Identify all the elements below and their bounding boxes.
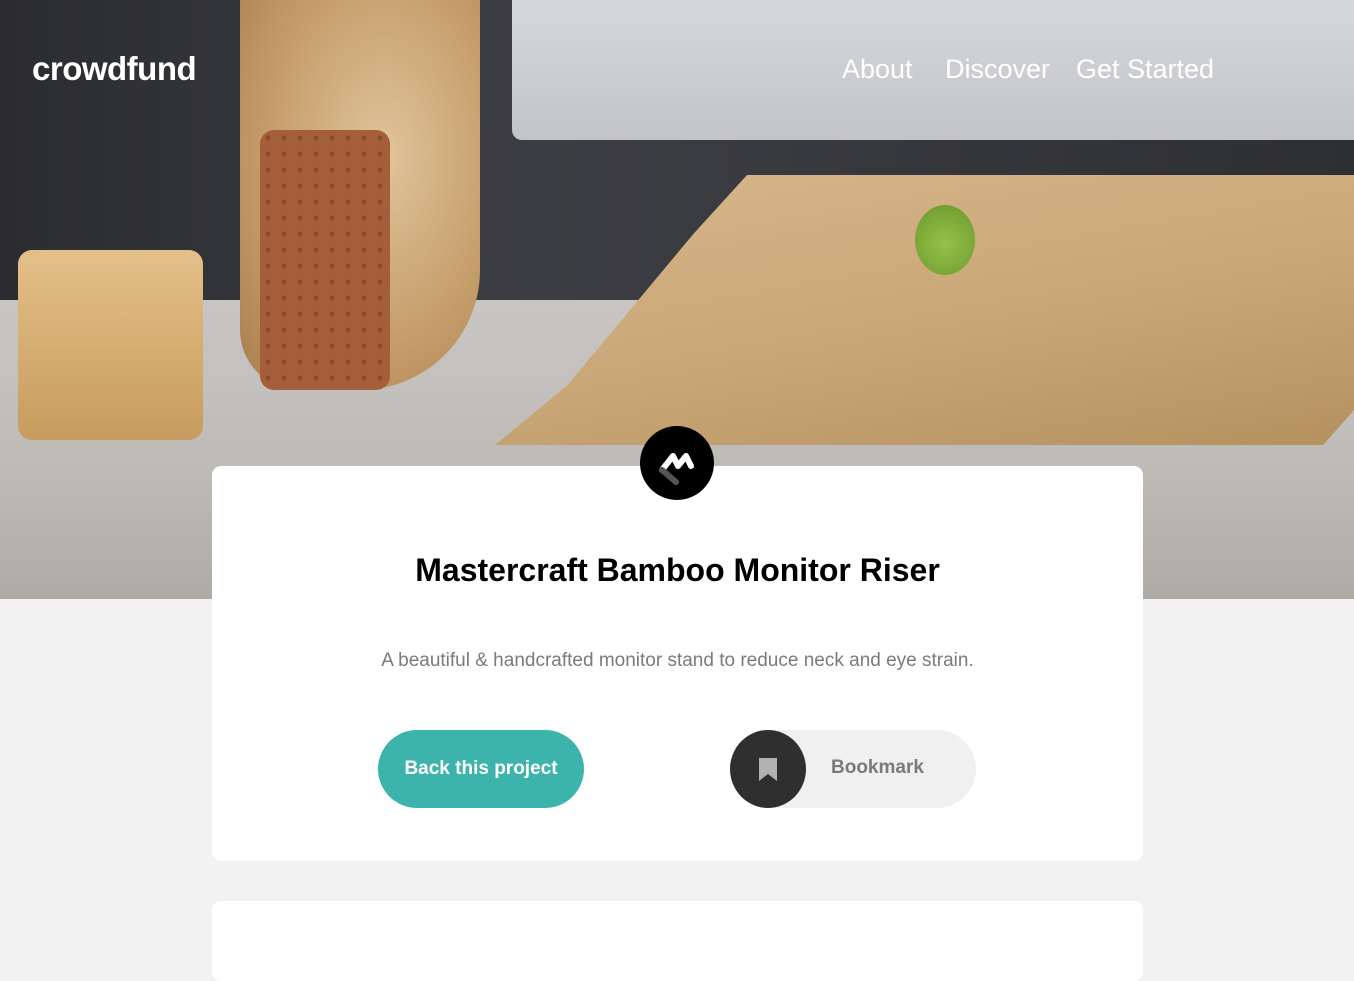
- bookmark-button[interactable]: Bookmark: [730, 730, 976, 808]
- hero-toy: [915, 205, 975, 275]
- stats-card: [212, 901, 1143, 981]
- bookmark-icon-circle: [730, 730, 806, 808]
- hero-pen-cup: [18, 250, 203, 440]
- bookmark-label: Bookmark: [831, 757, 924, 778]
- hero-speaker: [260, 130, 390, 390]
- top-navigation: crowdfund About Discover Get Started: [0, 0, 1354, 140]
- project-title: Mastercraft Bamboo Monitor Riser: [415, 552, 940, 588]
- mastercraft-logo-icon: [640, 426, 714, 500]
- site-logo[interactable]: crowdfund: [32, 50, 197, 88]
- back-project-button[interactable]: Back this project: [378, 730, 584, 808]
- nav-link-about[interactable]: About: [842, 54, 913, 85]
- bookmark-icon: [759, 758, 777, 781]
- project-description: A beautiful & handcrafted monitor stand …: [381, 650, 974, 671]
- nav-link-discover[interactable]: Discover: [945, 54, 1050, 85]
- nav-link-get-started[interactable]: Get Started: [1076, 54, 1214, 85]
